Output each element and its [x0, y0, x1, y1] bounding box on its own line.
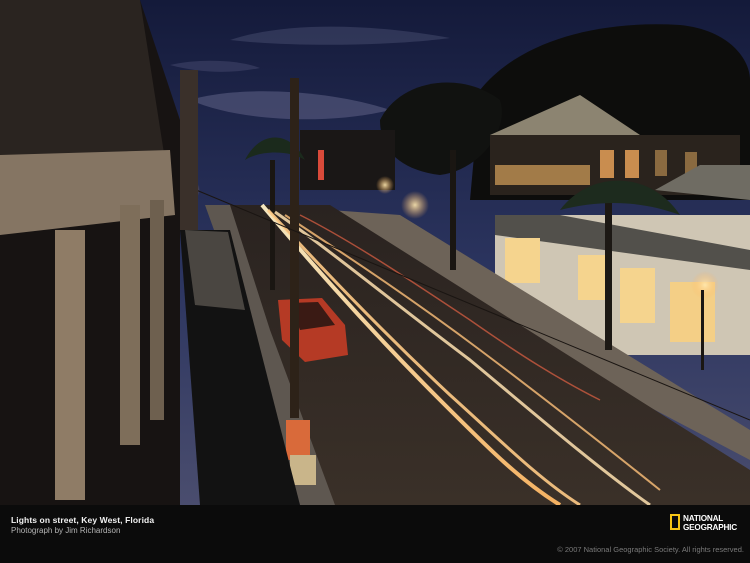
shop-window [578, 255, 608, 300]
lamp-post [701, 290, 704, 370]
window [625, 150, 639, 178]
street-photo [0, 0, 750, 505]
porch-column [150, 200, 164, 420]
street-lamp [401, 191, 429, 219]
building-side [180, 70, 198, 230]
palm-trunk [605, 200, 612, 350]
window [600, 150, 614, 178]
logo-text: NATIONAL GEOGRAPHIC [683, 514, 737, 532]
logo-line-2: GEOGRAPHIC [683, 523, 737, 532]
logo-line-1: NATIONAL [683, 514, 724, 523]
shop-window [620, 268, 655, 323]
caption-title: Lights on street, Key West, Florida [11, 515, 155, 525]
national-geographic-logo: NATIONAL GEOGRAPHIC [670, 513, 742, 535]
tree-trunk [450, 150, 456, 270]
porch-roof [0, 0, 165, 165]
palm-trunk [270, 160, 275, 290]
shop-window [505, 238, 540, 283]
yellow-frame-icon [670, 514, 680, 530]
street-lamp [376, 176, 394, 194]
newspaper-box [290, 455, 316, 485]
balcony-light [495, 165, 590, 185]
wallpaper: Lights on street, Key West, Florida Phot… [0, 0, 750, 563]
porch-column [55, 230, 85, 500]
street-lamp [691, 271, 719, 299]
copyright-notice: © 2007 National Geographic Society. All … [557, 545, 744, 554]
porch-column [120, 205, 140, 445]
window [655, 150, 667, 176]
newspaper-box [286, 420, 310, 460]
neon-sign [318, 150, 324, 180]
utility-pole [290, 78, 299, 418]
caption-bar: Lights on street, Key West, Florida Phot… [0, 505, 750, 563]
photo-credit: Photograph by Jim Richardson [11, 526, 121, 535]
